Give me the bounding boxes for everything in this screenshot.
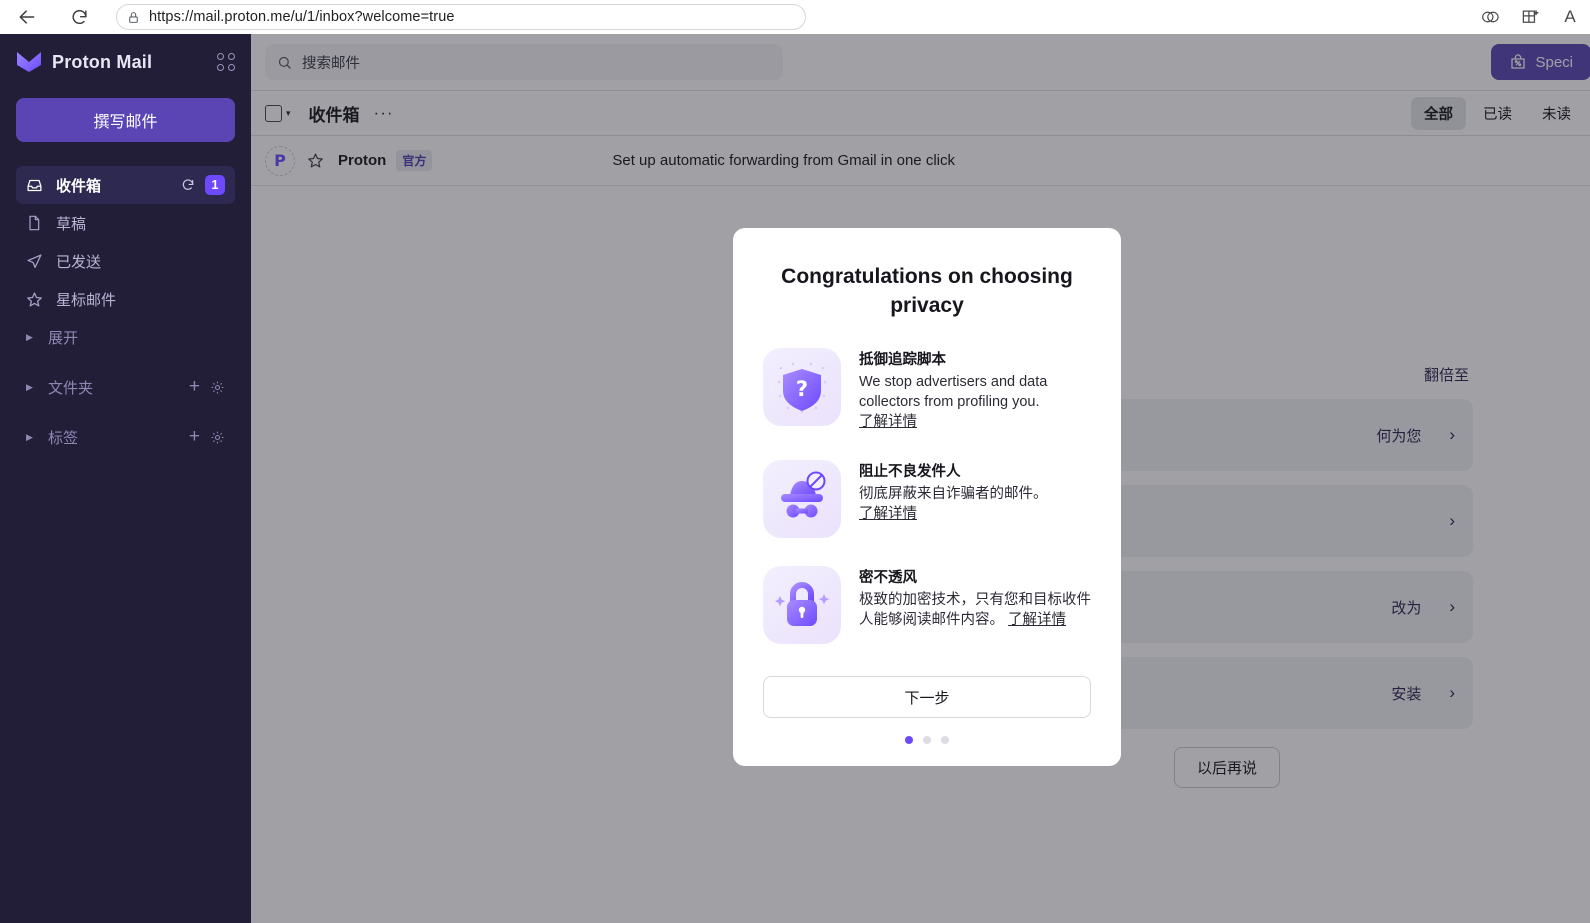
sidebar-label-drafts: 草稿	[56, 215, 87, 233]
add-label-icon[interactable]: +	[188, 426, 200, 447]
svg-text:?: ?	[796, 377, 808, 401]
learn-more-link[interactable]: 了解详情	[859, 414, 917, 430]
feature-description: 极致的加密技术，只有您和目标收件人能够阅读邮件内容。 了解详情	[859, 590, 1091, 630]
reload-icon[interactable]	[62, 0, 96, 34]
folders-settings-gear-icon[interactable]	[210, 380, 225, 395]
feature-description: We stop advertisers and data collectors …	[859, 372, 1091, 432]
address-bar[interactable]: https://mail.proton.me/u/1/inbox?welcome…	[116, 4, 806, 30]
sidebar-label-inbox: 收件箱	[56, 177, 102, 195]
caret-right-icon: ▶	[26, 381, 33, 392]
learn-more-link[interactable]: 了解详情	[1008, 612, 1066, 628]
brand-name: Proton Mail	[52, 51, 153, 72]
welcome-modal: Congratulations on choosing privacy ? 抵御…	[733, 228, 1121, 766]
proton-mail-logo-icon	[17, 52, 41, 72]
add-label-label: +	[188, 426, 200, 447]
url-text: https://mail.proton.me/u/1/inbox?welcome…	[149, 9, 455, 25]
draft-icon	[26, 215, 48, 231]
modal-title: Congratulations on choosing privacy	[781, 265, 1073, 317]
lock-sparkle-icon	[763, 566, 841, 644]
refresh-icon[interactable]	[181, 178, 195, 192]
sidebar-group-labels[interactable]: ▶ 标签 +	[16, 418, 235, 456]
feature-title: 抵御追踪脚本	[859, 352, 946, 368]
caret-right-icon: ▶	[26, 431, 33, 442]
sent-icon	[26, 253, 48, 270]
sidebar-item-inbox[interactable]: 收件箱 1	[16, 166, 235, 204]
brand-header: Proton Mail	[0, 34, 251, 90]
incognito-blocked-icon	[763, 460, 841, 538]
carousel-dot-1[interactable]	[905, 736, 913, 744]
sidebar-item-drafts[interactable]: 草稿	[16, 204, 235, 242]
add-panel-icon[interactable]	[1510, 0, 1550, 34]
learn-more-link[interactable]: 了解详情	[859, 506, 917, 522]
sidebar-item-sent[interactable]: 已发送	[16, 242, 235, 280]
back-arrow-icon[interactable]	[10, 0, 44, 34]
split-screen-icon[interactable]	[1470, 0, 1510, 34]
sidebar-group-folders[interactable]: ▶ 文件夹 +	[16, 368, 235, 406]
inbox-icon	[26, 177, 48, 194]
labels-settings-gear-icon[interactable]	[210, 430, 225, 445]
star-icon	[26, 291, 48, 308]
sidebar-label-folders: 文件夹	[48, 379, 94, 397]
sidebar-label-expand: 展开	[48, 329, 79, 347]
font-size-icon[interactable]: A	[1550, 0, 1590, 34]
shield-question-icon: ?	[763, 348, 841, 426]
sidebar-item-expand[interactable]: ▶ 展开	[16, 318, 235, 356]
sidebar-label-starred: 星标邮件	[56, 291, 117, 309]
feature-item-tracker-protection: ? 抵御追踪脚本 We stop advertisers and data co…	[763, 348, 1091, 432]
carousel-dot-3[interactable]	[941, 736, 949, 744]
sidebar-label-sent: 已发送	[56, 253, 102, 271]
lock-icon	[127, 11, 140, 24]
feature-title: 阻止不良发件人	[859, 464, 961, 480]
proton-mail-app: Proton Mail 撰写邮件 收件箱 1 草稿 已发送 星标邮件 ▶ 展开 …	[0, 34, 1590, 923]
compose-button[interactable]: 撰写邮件	[16, 98, 235, 142]
feature-title: 密不透风	[859, 570, 917, 586]
carousel-dots	[763, 736, 1091, 744]
browser-right-icons: A	[1470, 0, 1590, 34]
feature-text: 阻止不良发件人 彻底屏蔽来自诈骗者的邮件。 了解详情	[859, 460, 1048, 538]
main-content: 搜索邮件 Speci ▾ 收件箱 ··· 全部 已读 未读 P Proton 官…	[251, 34, 1590, 923]
add-folder-icon[interactable]: +	[188, 376, 200, 397]
next-button[interactable]: 下一步	[763, 676, 1091, 718]
sidebar-item-starred[interactable]: 星标邮件	[16, 280, 235, 318]
browser-toolbar: https://mail.proton.me/u/1/inbox?welcome…	[0, 0, 1590, 34]
feature-item-block-senders: 阻止不良发件人 彻底屏蔽来自诈骗者的邮件。 了解详情	[763, 460, 1091, 538]
caret-right-icon: ▶	[26, 331, 33, 342]
carousel-dot-2[interactable]	[923, 736, 931, 744]
feature-text: 密不透风 极致的加密技术，只有您和目标收件人能够阅读邮件内容。 了解详情	[859, 566, 1091, 644]
feature-desc-text: 彻底屏蔽来自诈骗者的邮件。	[859, 486, 1048, 502]
feature-text: 抵御追踪脚本 We stop advertisers and data coll…	[859, 348, 1091, 432]
sidebar: Proton Mail 撰写邮件 收件箱 1 草稿 已发送 星标邮件 ▶ 展开 …	[0, 34, 251, 923]
feature-item-encryption: 密不透风 极致的加密技术，只有您和目标收件人能够阅读邮件内容。 了解详情	[763, 566, 1091, 644]
inbox-unread-badge: 1	[205, 175, 225, 195]
add-folder-label: +	[188, 376, 200, 397]
app-switcher-icon[interactable]	[217, 53, 235, 71]
sidebar-nav: 收件箱 1 草稿 已发送 星标邮件 ▶ 展开 ▶ 文件夹 + ▶ 标签 +	[0, 166, 251, 456]
feature-desc-text: We stop advertisers and data collectors …	[859, 374, 1048, 410]
compose-label: 撰写邮件	[93, 114, 158, 131]
feature-description: 彻底屏蔽来自诈骗者的邮件。 了解详情	[859, 484, 1048, 524]
sidebar-label-labels: 标签	[48, 429, 79, 447]
font-icon-label: A	[1564, 7, 1576, 26]
next-label: 下一步	[904, 689, 950, 707]
